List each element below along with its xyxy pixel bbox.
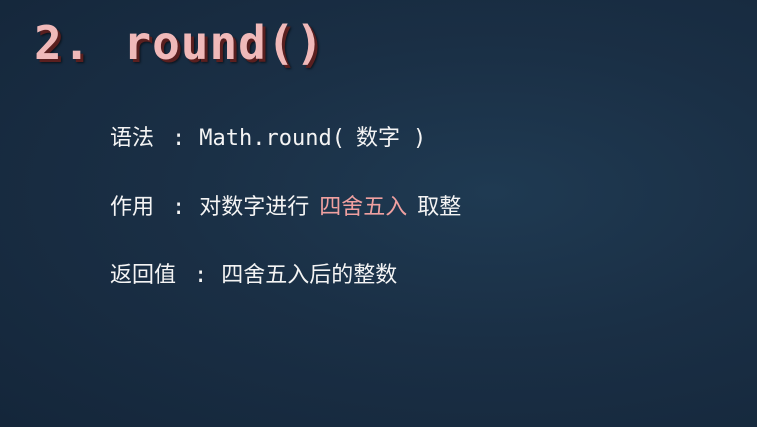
slide-title: 2. round() <box>34 16 324 70</box>
purpose-colon: : <box>172 195 186 220</box>
purpose-row: 作用: 对数字进行 四舍五入 取整 <box>110 193 461 223</box>
syntax-arg: 数字 <box>355 126 400 151</box>
slide: 2. round() 语法: Math.round( 数字 ) 作用: 对数字进行 四舍… <box>0 0 757 427</box>
title-number: 2. <box>34 16 92 70</box>
return-colon: : <box>194 263 208 288</box>
syntax-code: Math.round( <box>199 126 345 151</box>
purpose-highlight: 四舍五入 <box>319 195 408 220</box>
return-text: 四舍五入后的整数 <box>221 263 398 288</box>
purpose-text-before: 对数字进行 <box>199 195 310 220</box>
syntax-row: 语法: Math.round( 数字 ) <box>110 124 426 154</box>
syntax-close: ) <box>412 126 427 151</box>
purpose-text-after: 取整 <box>417 195 462 220</box>
syntax-label: 语法 <box>110 126 155 151</box>
syntax-colon: : <box>172 126 186 151</box>
return-row: 返回值: 四舍五入后的整数 <box>110 261 397 291</box>
purpose-label: 作用 <box>110 195 155 220</box>
return-label: 返回值 <box>110 263 177 288</box>
title-function: round() <box>123 16 325 70</box>
